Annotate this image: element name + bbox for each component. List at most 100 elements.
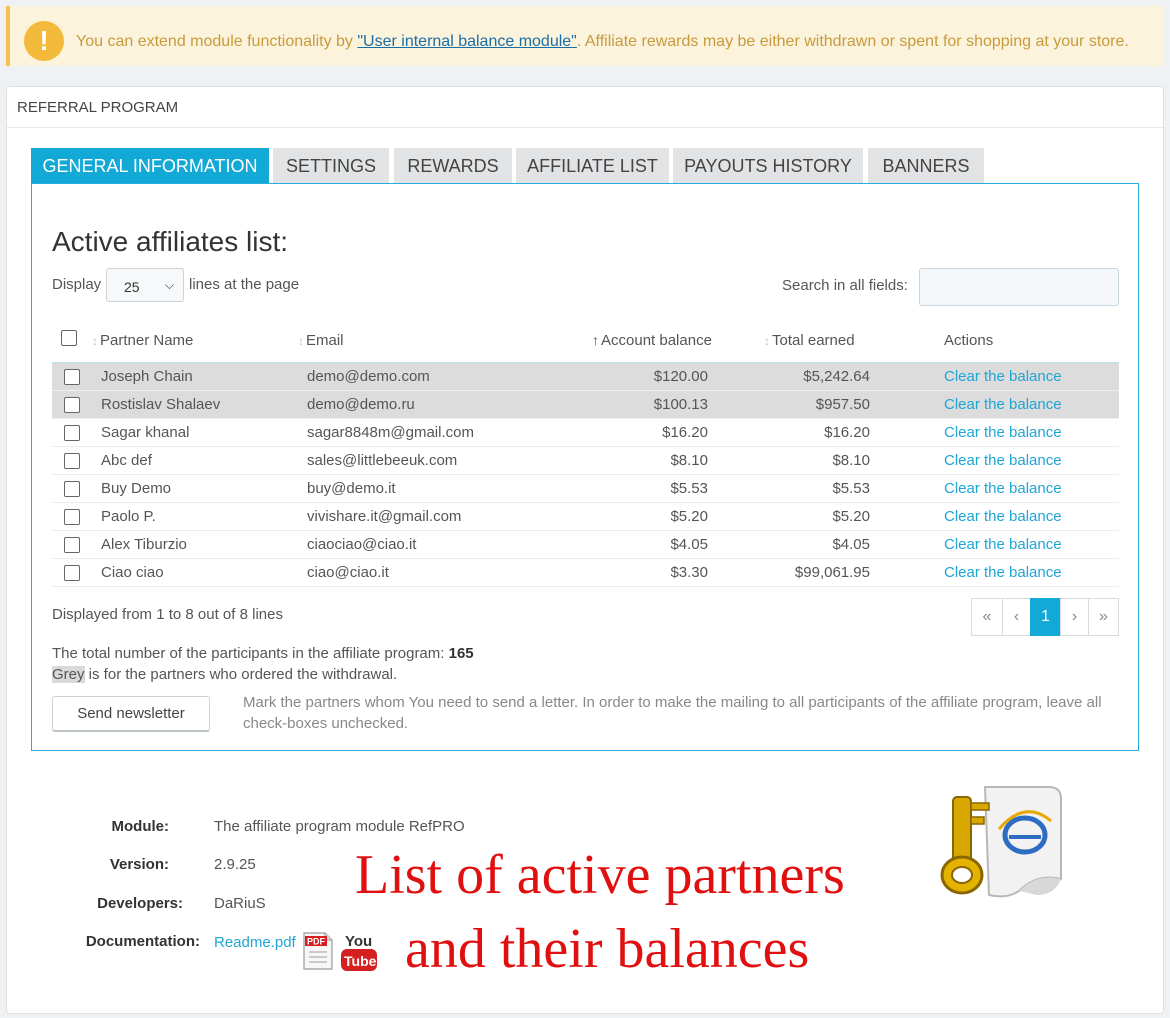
table-row: Sagar khanal sagar8848m@gmail.com $16.20… bbox=[52, 419, 1119, 447]
youtube-icon-text-top: You bbox=[345, 933, 372, 950]
referral-program-panel: REFERRAL PROGRAM GENERAL INFORMATION SET… bbox=[6, 86, 1164, 1014]
tab-settings[interactable]: SETTINGS bbox=[273, 148, 389, 184]
clear-balance-link[interactable]: Clear the balance bbox=[944, 424, 1062, 441]
participants-total: The total number of the participants in … bbox=[52, 645, 474, 662]
total-earned: $5,242.64 bbox=[803, 368, 870, 385]
partner-email: vivishare.it@gmail.com bbox=[307, 508, 462, 525]
developers-label: Developers: bbox=[97, 895, 183, 912]
search-label: Search in all fields: bbox=[782, 277, 908, 294]
partner-email: ciao@ciao.it bbox=[307, 564, 389, 581]
partner-email: ciaociao@ciao.it bbox=[307, 536, 417, 553]
total-earned: $4.05 bbox=[832, 536, 870, 553]
clear-balance-link[interactable]: Clear the balance bbox=[944, 536, 1062, 553]
table-row: Ciao ciao ciao@ciao.it $3.30 $99,061.95 … bbox=[52, 559, 1119, 587]
row-checkbox[interactable] bbox=[64, 537, 80, 553]
alert-message: You can extend module functionality by "… bbox=[76, 33, 1129, 50]
search-input[interactable] bbox=[919, 268, 1119, 306]
total-earned: $5.53 bbox=[832, 480, 870, 497]
developers-value: DaRiuS bbox=[214, 895, 266, 912]
select-all-checkbox[interactable] bbox=[61, 330, 77, 346]
row-checkbox[interactable] bbox=[64, 509, 80, 525]
partner-name: Buy Demo bbox=[101, 480, 172, 497]
partner-email: demo@demo.com bbox=[307, 368, 430, 385]
row-checkbox[interactable] bbox=[64, 565, 80, 581]
partner-name: Abc def bbox=[101, 452, 152, 469]
pdf-icon-text: PDF bbox=[307, 937, 326, 947]
panel-divider bbox=[7, 127, 1163, 128]
column-total-earned[interactable]: ↕ Total earned bbox=[764, 332, 855, 349]
account-balance: $5.53 bbox=[670, 480, 708, 497]
tab-payouts-history[interactable]: PAYOUTS HISTORY bbox=[673, 148, 863, 184]
pdf-icon[interactable]: PDF bbox=[303, 932, 333, 970]
first-page-button[interactable]: « bbox=[971, 598, 1003, 636]
sort-icon: ↕ bbox=[764, 334, 770, 348]
youtube-icon-text-bottom: Tube bbox=[344, 953, 377, 969]
tab-affiliate-list[interactable]: AFFILIATE LIST bbox=[516, 148, 669, 184]
prev-page-button[interactable]: ‹ bbox=[1002, 598, 1031, 636]
key-explorer-logo-icon bbox=[940, 786, 1062, 898]
column-partner-name[interactable]: ↕ Partner Name bbox=[92, 332, 193, 349]
last-page-button[interactable]: » bbox=[1088, 598, 1119, 636]
send-newsletter-button[interactable]: Send newsletter bbox=[52, 696, 210, 732]
module-label: Module: bbox=[111, 818, 170, 835]
partner-name: Alex Tiburzio bbox=[101, 536, 187, 553]
info-alert: ! You can extend module functionality by… bbox=[6, 6, 1164, 66]
table-row: Rostislav Shalaev demo@demo.ru $100.13 $… bbox=[52, 391, 1119, 419]
column-email[interactable]: ↕ Email bbox=[298, 332, 344, 349]
version-value: 2.9.25 bbox=[214, 856, 256, 873]
total-earned: $5.20 bbox=[832, 508, 870, 525]
partner-name: Ciao ciao bbox=[101, 564, 164, 581]
documentation-label: Documentation: bbox=[85, 933, 200, 950]
account-balance: $3.30 bbox=[670, 564, 708, 581]
sort-icon: ↕ bbox=[298, 334, 304, 348]
row-checkbox[interactable] bbox=[64, 425, 80, 441]
partner-name: Sagar khanal bbox=[101, 424, 190, 441]
warning-icon: ! bbox=[24, 21, 64, 61]
lines-per-page-select[interactable]: 25 ⌵ bbox=[106, 268, 184, 302]
partner-name: Joseph Chain bbox=[101, 368, 193, 385]
readme-link[interactable]: Readme.pdf bbox=[214, 934, 296, 951]
user-balance-module-link[interactable]: "User internal balance module" bbox=[357, 33, 576, 50]
table-row: Alex Tiburzio ciaociao@ciao.it $4.05 $4.… bbox=[52, 531, 1119, 559]
display-label: Display bbox=[52, 276, 102, 293]
clear-balance-link[interactable]: Clear the balance bbox=[944, 452, 1062, 469]
lines-per-page-value: 25 bbox=[124, 279, 140, 295]
total-earned: $957.50 bbox=[815, 396, 870, 413]
row-checkbox[interactable] bbox=[64, 481, 80, 497]
clear-balance-link[interactable]: Clear the balance bbox=[944, 480, 1062, 497]
tab-general-information[interactable]: GENERAL INFORMATION bbox=[31, 148, 269, 184]
account-balance: $4.05 bbox=[670, 536, 708, 553]
clear-balance-link[interactable]: Clear the balance bbox=[944, 368, 1062, 385]
account-balance: $16.20 bbox=[662, 424, 708, 441]
account-balance: $5.20 bbox=[670, 508, 708, 525]
clear-balance-link[interactable]: Clear the balance bbox=[944, 564, 1062, 581]
next-page-button[interactable]: › bbox=[1060, 598, 1089, 636]
total-earned: $99,061.95 bbox=[794, 564, 870, 581]
overlay-caption-line2: and their balances bbox=[405, 918, 810, 980]
column-actions: Actions bbox=[944, 332, 994, 349]
page-1-button[interactable]: 1 bbox=[1030, 598, 1061, 636]
version-label: Version: bbox=[109, 856, 169, 873]
account-balance: $100.13 bbox=[653, 396, 708, 413]
table-row: Joseph Chain demo@demo.com $120.00 $5,24… bbox=[52, 363, 1119, 391]
column-account-balance[interactable]: ↑ Account balance bbox=[592, 332, 712, 349]
table-row: Buy Demo buy@demo.it $5.53 $5.53 Clear t… bbox=[52, 475, 1119, 503]
page-title: Active affiliates list: bbox=[52, 226, 289, 257]
lines-label: lines at the page bbox=[189, 276, 300, 293]
tab-content: Active affiliates list: Display 25 ⌵ lin… bbox=[31, 183, 1139, 751]
partner-email: demo@demo.ru bbox=[307, 396, 415, 413]
overlay-caption-line1: List of active partners bbox=[355, 844, 845, 906]
partner-email: buy@demo.it bbox=[307, 480, 396, 497]
row-checkbox[interactable] bbox=[64, 369, 80, 385]
tab-rewards[interactable]: REWARDS bbox=[394, 148, 512, 184]
sort-icon: ↕ bbox=[92, 334, 98, 348]
row-checkbox[interactable] bbox=[64, 453, 80, 469]
clear-balance-link[interactable]: Clear the balance bbox=[944, 508, 1062, 525]
youtube-icon[interactable]: You Tube bbox=[340, 930, 378, 972]
total-earned: $8.10 bbox=[832, 452, 870, 469]
row-checkbox[interactable] bbox=[64, 397, 80, 413]
grey-sample: Grey bbox=[52, 666, 85, 683]
clear-balance-link[interactable]: Clear the balance bbox=[944, 396, 1062, 413]
table-row: Paolo P. vivishare.it@gmail.com $5.20 $5… bbox=[52, 503, 1119, 531]
tab-banners[interactable]: BANNERS bbox=[868, 148, 984, 184]
